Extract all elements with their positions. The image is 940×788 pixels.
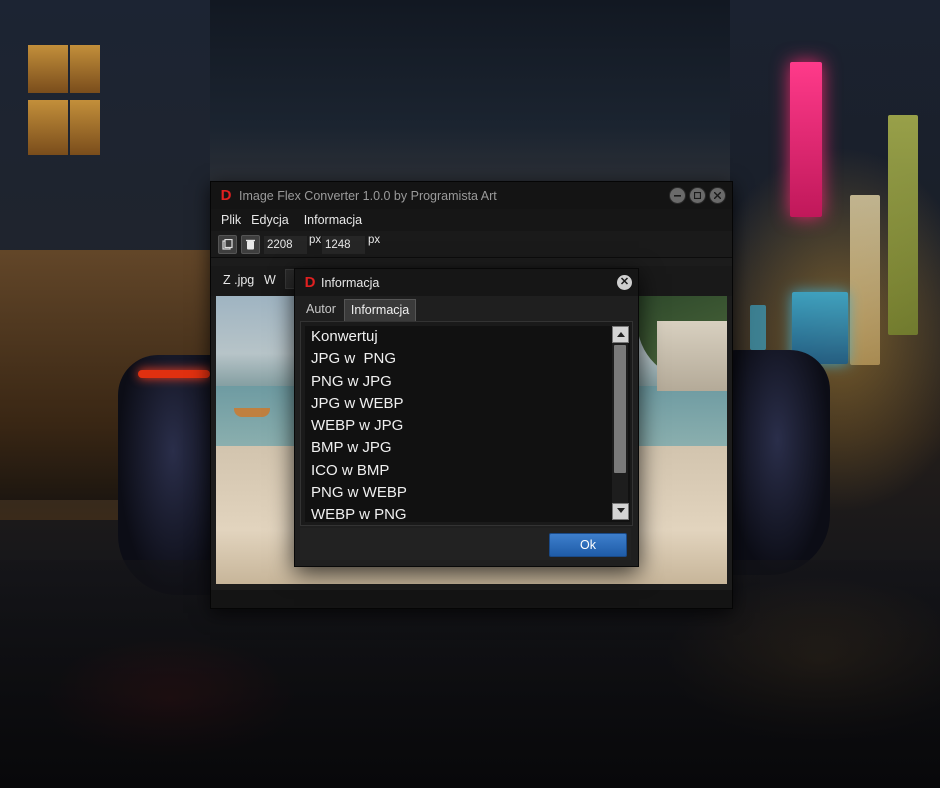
- menu-informacja[interactable]: Informacja: [299, 213, 367, 227]
- menu-bar: Plik Edycja Informacja: [211, 209, 732, 231]
- toolbar: 2208 px 1248 px: [211, 231, 732, 258]
- window-title: Image Flex Converter 1.0.0 by Programist…: [239, 188, 497, 203]
- preview-boat: [234, 408, 270, 417]
- background-window: [28, 45, 68, 93]
- list-item[interactable]: BMP w JPG: [305, 437, 630, 459]
- list-item[interactable]: Konwertuj: [305, 326, 630, 348]
- background-neon-sign: [790, 62, 822, 217]
- list-item[interactable]: PNG w JPG: [305, 371, 630, 393]
- background-neon-sign: [750, 305, 766, 350]
- ok-button[interactable]: Ok: [549, 533, 627, 557]
- information-dialog: D Informacja ✕ Autor Informacja Konwertu…: [294, 268, 639, 567]
- list-item[interactable]: WEBP w PNG: [305, 504, 630, 522]
- from-format-label: Z .jpg: [223, 273, 255, 287]
- menu-edycja[interactable]: Edycja: [246, 213, 294, 227]
- tab-informacja[interactable]: Informacja: [343, 299, 417, 321]
- maximize-icon[interactable]: [689, 187, 706, 204]
- app-logo-icon: D: [220, 187, 232, 204]
- height-unit-label: px: [368, 234, 381, 246]
- delete-icon[interactable]: [241, 234, 260, 254]
- background-taillight: [138, 370, 210, 378]
- dialog-title-bar[interactable]: D Informacja ✕: [295, 269, 638, 296]
- preview-buildings: [657, 321, 727, 391]
- background-neon-sign: [850, 195, 880, 365]
- window-controls: [669, 187, 726, 204]
- main-title-bar[interactable]: D Image Flex Converter 1.0.0 by Programi…: [211, 182, 732, 209]
- dialog-logo-icon: D: [304, 274, 316, 291]
- list-scrollbar[interactable]: [612, 326, 629, 520]
- background-window: [70, 45, 100, 93]
- background-window: [28, 100, 68, 155]
- tab-autor[interactable]: Autor: [300, 299, 342, 320]
- width-unit-label: px: [309, 234, 322, 246]
- minimize-icon[interactable]: [669, 187, 686, 204]
- tab-panel: Konwertuj JPG w PNG PNG w JPG JPG w WEBP…: [300, 321, 633, 526]
- background-car-right: [725, 350, 830, 575]
- width-input[interactable]: 2208: [264, 236, 307, 254]
- background-neon-sign: [888, 115, 918, 335]
- list-item[interactable]: PNG w WEBP: [305, 482, 630, 504]
- dialog-tabs: Autor Informacja: [300, 299, 418, 321]
- scroll-up-icon[interactable]: [612, 326, 629, 343]
- paste-icon[interactable]: [218, 234, 237, 254]
- close-icon[interactable]: [709, 187, 726, 204]
- conversion-list[interactable]: Konwertuj JPG w PNG PNG w JPG JPG w WEBP…: [305, 326, 630, 522]
- list-item[interactable]: JPG w PNG: [305, 348, 630, 370]
- height-input[interactable]: 1248: [322, 236, 365, 254]
- to-format-label: W: [264, 273, 276, 287]
- background-window: [70, 100, 100, 155]
- background-building-top: [210, 0, 730, 181]
- scroll-down-icon[interactable]: [612, 503, 629, 520]
- dialog-button-bar: Ok: [300, 528, 631, 560]
- list-item[interactable]: WEBP w JPG: [305, 415, 630, 437]
- dialog-title: Informacja: [321, 275, 380, 290]
- status-bar: [211, 590, 732, 608]
- menu-plik[interactable]: Plik: [216, 213, 246, 227]
- dialog-close-icon[interactable]: ✕: [617, 275, 632, 290]
- list-item[interactable]: JPG w WEBP: [305, 393, 630, 415]
- list-item[interactable]: ICO w BMP: [305, 460, 630, 482]
- scrollbar-thumb[interactable]: [614, 345, 626, 473]
